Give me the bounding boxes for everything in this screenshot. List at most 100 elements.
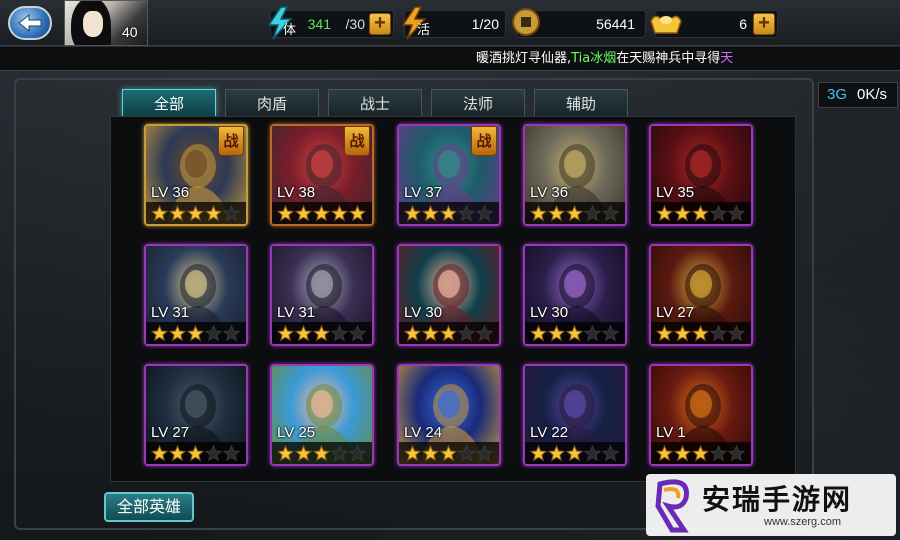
hero-card[interactable]: LV 22 — [523, 364, 627, 466]
star-empty-icon — [728, 324, 745, 341]
hero-card[interactable]: LV 31 — [270, 244, 374, 346]
star-filled-icon — [295, 444, 312, 461]
tab-tank[interactable]: 肉盾 — [225, 89, 319, 117]
add-gold-button[interactable]: + — [753, 13, 775, 35]
hero-level: LV 35 — [656, 184, 695, 201]
star-filled-icon — [422, 204, 439, 221]
star-filled-icon — [566, 324, 583, 341]
coin-value: 56441 — [596, 16, 635, 32]
star-filled-icon — [548, 444, 565, 461]
add-stamina-button[interactable]: + — [369, 13, 391, 35]
star-empty-icon — [710, 444, 727, 461]
star-filled-icon — [656, 324, 673, 341]
war-badge: 战 — [471, 126, 497, 156]
star-filled-icon — [404, 324, 421, 341]
star-empty-icon — [710, 204, 727, 221]
hero-card[interactable]: 战 LV 36 — [144, 124, 248, 226]
star-empty-icon — [584, 444, 601, 461]
tab-support[interactable]: 辅助 — [534, 89, 628, 117]
war-badge: 战 — [344, 126, 370, 156]
star-filled-icon — [187, 324, 204, 341]
hero-star-rating — [146, 322, 246, 344]
star-filled-icon — [313, 444, 330, 461]
star-filled-icon — [530, 324, 547, 341]
hero-card[interactable]: LV 27 — [649, 244, 753, 346]
star-filled-icon — [169, 444, 186, 461]
hero-star-rating — [651, 202, 751, 224]
watermark-title: 安瑞手游网 — [702, 483, 853, 516]
gold-counter: 6 + — [650, 10, 778, 38]
tab-warrior[interactable]: 战士 — [328, 89, 422, 117]
star-filled-icon — [548, 204, 565, 221]
hero-level: LV 31 — [151, 304, 190, 321]
star-empty-icon — [476, 444, 493, 461]
hero-star-rating — [146, 202, 246, 224]
star-empty-icon — [476, 204, 493, 221]
star-filled-icon — [313, 204, 330, 221]
star-filled-icon — [187, 204, 204, 221]
star-empty-icon — [602, 204, 619, 221]
star-filled-icon — [440, 324, 457, 341]
hero-level: LV 31 — [277, 304, 316, 321]
star-filled-icon — [674, 204, 691, 221]
star-filled-icon — [674, 324, 691, 341]
star-filled-icon — [692, 324, 709, 341]
star-empty-icon — [331, 444, 348, 461]
hero-card[interactable]: LV 1 — [649, 364, 753, 466]
all-heroes-button[interactable]: 全部英雄 — [104, 492, 194, 522]
hero-star-rating — [146, 442, 246, 464]
hero-card[interactable]: LV 24 — [397, 364, 501, 466]
star-filled-icon — [404, 444, 421, 461]
hero-card[interactable]: LV 25 — [270, 364, 374, 466]
hero-level: LV 30 — [404, 304, 443, 321]
star-filled-icon — [331, 204, 348, 221]
hero-star-rating — [525, 322, 625, 344]
hero-card[interactable]: 战 LV 37 — [397, 124, 501, 226]
hero-level: LV 37 — [404, 184, 443, 201]
star-filled-icon — [692, 204, 709, 221]
hero-card[interactable]: LV 27 — [144, 364, 248, 466]
vitality-label: 活 — [417, 23, 431, 38]
hero-card[interactable]: LV 36 — [523, 124, 627, 226]
hero-card[interactable]: 战 LV 38 — [270, 124, 374, 226]
star-filled-icon — [295, 204, 312, 221]
hero-level: LV 25 — [277, 424, 316, 441]
logo-icon — [655, 479, 689, 533]
hero-star-rating — [272, 442, 372, 464]
hero-level: LV 36 — [151, 184, 190, 201]
vitality-value: 1/20 — [471, 16, 499, 32]
news-ticker: 暖酒挑灯寻仙器,Tia冰烟在天赐神兵中寻得天 — [0, 47, 900, 71]
vitality-counter: 活 1/20 — [401, 6, 506, 40]
star-empty-icon — [458, 204, 475, 221]
star-filled-icon — [530, 204, 547, 221]
star-empty-icon — [584, 324, 601, 341]
war-badge: 战 — [218, 126, 244, 156]
network-type: 3G — [827, 86, 848, 103]
hero-star-rating — [525, 202, 625, 224]
hero-star-rating — [651, 442, 751, 464]
hero-star-rating — [272, 202, 372, 224]
gold-ingot-icon — [650, 15, 682, 34]
tab-all[interactable]: 全部 — [122, 89, 216, 117]
hero-star-rating — [525, 442, 625, 464]
hero-card[interactable]: LV 35 — [649, 124, 753, 226]
hero-card[interactable]: LV 30 — [397, 244, 501, 346]
player-level: 40 — [122, 24, 138, 40]
star-filled-icon — [151, 444, 168, 461]
hero-card[interactable]: LV 31 — [144, 244, 248, 346]
star-filled-icon — [277, 204, 294, 221]
star-empty-icon — [458, 324, 475, 341]
star-filled-icon — [151, 204, 168, 221]
star-filled-icon — [169, 204, 186, 221]
tab-mage[interactable]: 法师 — [431, 89, 525, 117]
star-filled-icon — [277, 324, 294, 341]
network-indicator: 3G 0K/s — [818, 82, 898, 108]
hero-star-rating — [399, 322, 499, 344]
hero-card[interactable]: LV 30 — [523, 244, 627, 346]
star-empty-icon — [602, 444, 619, 461]
top-status-bar: 40 体 341 /30 + 活 1/20 56441 6 + — [0, 0, 900, 46]
back-button[interactable] — [8, 6, 52, 40]
star-empty-icon — [223, 324, 240, 341]
star-filled-icon — [440, 444, 457, 461]
star-empty-icon — [476, 324, 493, 341]
